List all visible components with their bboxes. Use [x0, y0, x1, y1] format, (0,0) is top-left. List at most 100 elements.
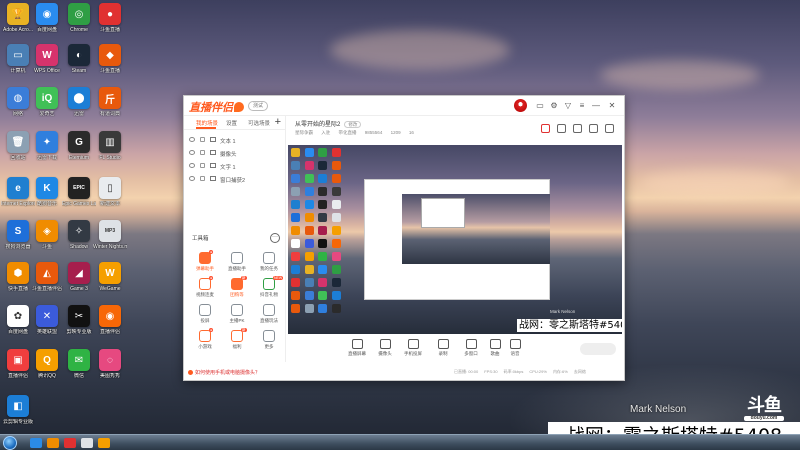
shopping-bag-icon[interactable] — [573, 124, 582, 133]
desktop-icon[interactable]: ▯ 新建文本 — [93, 177, 127, 207]
desktop-icon[interactable]: ✕ 英雄联盟 — [30, 305, 64, 335]
toolbox-item[interactable]: ● 视频连麦 — [190, 276, 220, 298]
source-row[interactable]: 窗口捕获2 — [184, 173, 285, 186]
desktop-icon[interactable]: ✦ 迅雷下载 — [30, 131, 64, 161]
desktop-icon[interactable]: ◌ 美图秀秀 — [93, 349, 127, 379]
taskbar-app-icon[interactable] — [64, 438, 76, 448]
desktop-icon[interactable]: W WeGame — [93, 262, 127, 292]
toolbox-item[interactable]: 我的任务 — [254, 252, 284, 272]
menu-icon[interactable]: ≡ — [577, 101, 587, 111]
stream-preview[interactable]: Mark Nelson 战网：零之斯塔特#5408 — [288, 145, 622, 334]
desktop-icon[interactable]: ◈ 斗鱼 — [30, 220, 64, 250]
desktop-icon[interactable]: ◢ Game 3 — [62, 262, 96, 292]
bottom-tool-button[interactable]: 摄像头 — [372, 339, 398, 357]
eye-icon[interactable] — [189, 150, 195, 155]
desktop-icon-label: Chrome — [70, 27, 88, 33]
desktop-icon[interactable]: MP3 Winter Nights.mp3 — [93, 220, 127, 250]
desktop-icon[interactable]: W WPS Office — [30, 44, 64, 74]
desktop-icon[interactable]: iQ 爱奇艺 — [30, 87, 64, 117]
live-streaming-app-window: 直播伴侣 测试 ▭ ⚙ ▽ ≡ — ✕ 我的场景 设置 可选场景 + 文本 1 摄… — [183, 95, 625, 381]
version-badge[interactable]: 测试 — [248, 101, 269, 111]
desktop-icon[interactable]: ✂ 剪映专业版 — [62, 305, 96, 335]
bottom-tool-button[interactable]: 直播屏幕 — [344, 339, 370, 357]
bell-icon[interactable] — [589, 124, 598, 133]
title-bar[interactable]: 直播伴侣 测试 ▭ ⚙ ▽ ≡ — ✕ — [184, 96, 624, 116]
status-item: 去网络 — [573, 369, 586, 374]
user-avatar[interactable] — [514, 99, 527, 112]
add-scene-button[interactable]: + — [275, 116, 281, 128]
desktop-icon[interactable]: ◉ 直播伴侣 — [93, 305, 127, 335]
desktop-icon[interactable]: ◉ 百度网盘 — [30, 3, 64, 33]
desktop-icon[interactable]: ✧ Shadow — [62, 220, 96, 250]
tab-optional-scenes[interactable]: 可选场景 — [248, 119, 270, 127]
taskbar-app-icon[interactable] — [30, 438, 42, 448]
tab-my-scenes[interactable]: 我的场景 — [196, 119, 218, 127]
desktop-icon[interactable]: ✉ 微信 — [62, 349, 96, 379]
app-icon: ✕ — [36, 305, 58, 327]
edit-title-button[interactable]: 修改 — [344, 121, 362, 128]
preview-desktop-icon — [291, 239, 300, 248]
bottom-tool-icon — [489, 339, 501, 349]
bottom-tool-button[interactable]: 多窗口 — [458, 339, 484, 357]
lock-icon[interactable] — [200, 137, 205, 142]
desktop-icon[interactable]: Q 腾讯QQ — [30, 349, 64, 379]
taskbar-app-icon[interactable] — [98, 438, 110, 448]
app-logo: 直播伴侣 — [189, 99, 244, 114]
toolbox-item[interactable]: 直播助手 — [222, 252, 252, 272]
start-live-button[interactable] — [580, 343, 616, 355]
desktop-icon[interactable]: ◎ Chrome — [62, 3, 96, 33]
lock-icon[interactable] — [557, 124, 566, 133]
more-icon[interactable]: ··· — [270, 233, 280, 243]
bottom-tool-button[interactable]: 语音 — [502, 339, 528, 357]
desktop-icon[interactable]: ▥ FL Studio — [93, 131, 127, 161]
eye-icon[interactable] — [189, 176, 195, 181]
toolbox-item[interactable]: 主播PK — [222, 304, 252, 324]
lock-icon[interactable] — [200, 163, 205, 168]
eye-icon[interactable] — [189, 163, 195, 168]
desktop-icon[interactable]: ⬤ 迅雷 — [62, 87, 96, 117]
desktop-icon[interactable]: ● 斗鱼直播 — [93, 3, 127, 33]
settings-icon[interactable]: ⚙ — [549, 101, 559, 111]
lock-icon[interactable] — [200, 150, 205, 155]
app-icon: ◉ — [36, 3, 58, 25]
desktop-icon[interactable]: ◧ 云剪辑专业版 — [1, 395, 35, 425]
desktop-icon[interactable]: K 酷狗音乐 — [30, 177, 64, 207]
desktop-icon-label: 英雄联盟 — [36, 329, 57, 335]
source-row[interactable]: 文字 1 — [184, 160, 285, 173]
bottom-tool-icon — [379, 339, 391, 349]
bottom-tool-button[interactable]: 录制 — [430, 339, 456, 357]
tab-settings[interactable]: 设置 — [226, 119, 237, 127]
toolbox-item[interactable]: 新团购等 — [222, 276, 252, 298]
share-icon[interactable] — [605, 124, 614, 133]
shirt-icon[interactable]: ▽ — [563, 101, 573, 111]
desktop-icon[interactable]: G Eternium — [62, 131, 96, 161]
source-row[interactable]: 摄像头 — [184, 147, 285, 160]
toolbox-item[interactable]: ● 小游戏 — [190, 328, 220, 350]
toolbox-item[interactable]: 直播玩法 — [254, 304, 284, 324]
toolbox-item[interactable]: NEW 抖音礼物 — [254, 276, 284, 298]
toolbox-item[interactable]: ● 弹幕助手 — [190, 250, 220, 272]
source-row[interactable]: 文本 1 — [184, 134, 285, 147]
taskbar-app-icon[interactable] — [81, 438, 93, 448]
bottom-tool-button[interactable]: 手机投屏 — [400, 339, 426, 357]
desktop-icon[interactable]: ◆ 斗鱼直播 — [93, 44, 127, 74]
desktop-icon[interactable]: 斤有道词典 — [93, 87, 127, 117]
room-category[interactable]: 星际争霸 — [295, 130, 313, 135]
desktop-icon[interactable]: ◭ 斗鱼直播伴侣 — [30, 262, 64, 292]
taskbar-app-icon[interactable] — [47, 438, 59, 448]
minimize-button[interactable]: — — [591, 101, 601, 111]
gift-icon[interactable] — [541, 124, 550, 133]
toolbox-item[interactable]: 更多 — [254, 330, 284, 350]
desktop-icon[interactable]: ◐ Steam — [62, 44, 96, 74]
tool-label: 团购等 — [230, 292, 244, 297]
message-icon[interactable]: ▭ — [535, 101, 545, 111]
desktop-icon[interactable]: EPIC Epic Games Launcher — [62, 177, 96, 207]
eye-icon[interactable] — [189, 137, 195, 142]
toolbox-item[interactable]: 投屏 — [190, 304, 220, 324]
start-button[interactable] — [3, 436, 17, 450]
toolbox-item[interactable]: 新福利 — [222, 328, 252, 350]
lock-icon[interactable] — [200, 176, 205, 181]
camera-help-notice[interactable]: 如何使用手机或电脑摄像头？ — [188, 369, 260, 376]
close-button[interactable]: ✕ — [607, 101, 617, 111]
preview-desktop-icon — [291, 226, 300, 235]
